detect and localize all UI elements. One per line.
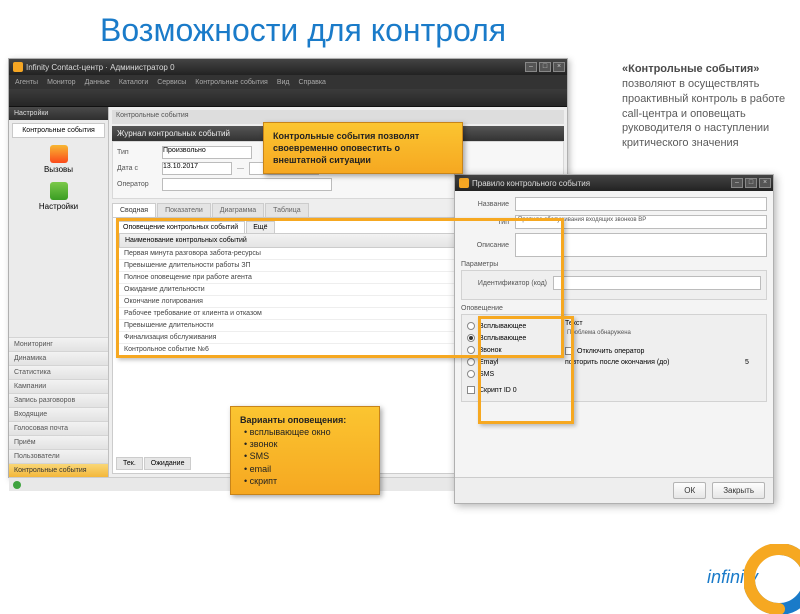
chk-disable-op[interactable] bbox=[565, 347, 573, 355]
tab-indicators[interactable]: Показатели bbox=[157, 203, 211, 217]
nav-accept[interactable]: Приём bbox=[9, 435, 108, 449]
chk-script[interactable] bbox=[467, 386, 475, 394]
nav-sidebar: Настройки Контрольные события Вызовы Нас… bbox=[9, 107, 109, 477]
logo-swirl-icon bbox=[744, 544, 800, 614]
notes-area[interactable] bbox=[461, 407, 767, 435]
repeat-input[interactable]: 5 bbox=[733, 359, 761, 366]
menubar[interactable]: АгентыМониторДанныеКаталогиСервисыКонтро… bbox=[9, 75, 567, 89]
screenshot-area: Infinity Contact-центр · Администратор 0… bbox=[8, 58, 792, 558]
nav-icon-settings[interactable]: Настройки bbox=[9, 178, 108, 215]
nav-recording[interactable]: Запись разговоров bbox=[9, 393, 108, 407]
logo: infinity bbox=[650, 555, 800, 600]
name-input[interactable] bbox=[515, 197, 767, 211]
radio-popup2[interactable] bbox=[467, 334, 475, 342]
type-dropdown[interactable]: Правило обслуживания входящих звонков ВР bbox=[515, 215, 767, 229]
ok-button[interactable]: ОК bbox=[673, 482, 706, 499]
nav-campaigns[interactable]: Кампании bbox=[9, 379, 108, 393]
prop-titlebar[interactable]: Правило контрольного события ‒ □ × bbox=[455, 175, 773, 191]
radio-popup[interactable] bbox=[467, 322, 475, 330]
inner-tab-more[interactable]: Ещё bbox=[246, 221, 274, 233]
type-select[interactable]: Произвольно bbox=[162, 146, 252, 159]
inner-tab-alerts[interactable]: Оповещение контрольных событий bbox=[116, 221, 245, 233]
radio-call[interactable] bbox=[467, 346, 475, 354]
nav-incoming[interactable]: Входящие bbox=[9, 407, 108, 421]
notify-group: Всплывающее Всплывающее Звонок Emayl SMS… bbox=[461, 314, 767, 402]
desc-textarea[interactable] bbox=[515, 233, 767, 257]
app-icon bbox=[13, 62, 23, 72]
close-button[interactable]: × bbox=[553, 62, 565, 72]
date-from-input[interactable]: 13.10.2017 bbox=[162, 162, 232, 175]
operator-select[interactable] bbox=[162, 178, 332, 191]
status-dot-icon bbox=[13, 481, 21, 489]
bottom-tab-current[interactable]: Тек. bbox=[116, 457, 143, 470]
tab-table[interactable]: Таблица bbox=[265, 203, 308, 217]
param-input[interactable] bbox=[553, 276, 761, 290]
params-group: Идентификатор (код) bbox=[461, 270, 767, 300]
prop-icon bbox=[459, 178, 469, 188]
tab-summary[interactable]: Сводная bbox=[112, 203, 156, 217]
nav-stats[interactable]: Статистика bbox=[9, 365, 108, 379]
slide-title: Возможности для контроля bbox=[0, 0, 800, 53]
nav-header: Настройки bbox=[9, 107, 108, 120]
prop-footer: ОК Закрыть bbox=[455, 477, 773, 503]
admin-titlebar[interactable]: Infinity Contact-центр · Администратор 0… bbox=[9, 59, 567, 75]
admin-title: Infinity Contact-центр · Администратор 0 bbox=[26, 63, 175, 72]
nav-monitoring[interactable]: Мониторинг bbox=[9, 337, 108, 351]
prop-minimize[interactable]: ‒ bbox=[731, 178, 743, 188]
properties-window: Правило контрольного события ‒ □ × Назва… bbox=[454, 174, 774, 504]
notify-text-input[interactable]: Проблема обнаружена bbox=[565, 329, 761, 342]
nav-active-section[interactable]: Контрольные события bbox=[12, 123, 105, 138]
tab-diagram[interactable]: Диаграмма bbox=[212, 203, 264, 217]
radio-sms[interactable] bbox=[467, 370, 475, 378]
nav-dynamics[interactable]: Динамика bbox=[9, 351, 108, 365]
maximize-button[interactable]: □ bbox=[539, 62, 551, 72]
nav-voicemail[interactable]: Голосовая почта bbox=[9, 421, 108, 435]
nav-control-events[interactable]: Контрольные события bbox=[9, 463, 108, 477]
callout-events: Контрольные события позволят своевременн… bbox=[263, 122, 463, 174]
bottom-tab-waiting[interactable]: Ожидание bbox=[144, 457, 192, 470]
callout-notify: Варианты оповещения: всплывающее окно зв… bbox=[230, 406, 380, 495]
prop-close[interactable]: × bbox=[759, 178, 771, 188]
nav-icon-calls[interactable]: Вызовы bbox=[9, 141, 108, 178]
minimize-button[interactable]: ‒ bbox=[525, 62, 537, 72]
radio-email[interactable] bbox=[467, 358, 475, 366]
prop-title: Правило контрольного события bbox=[472, 179, 590, 188]
nav-users[interactable]: Пользователи bbox=[9, 449, 108, 463]
prop-maximize[interactable]: □ bbox=[745, 178, 757, 188]
cancel-button[interactable]: Закрыть bbox=[712, 482, 765, 499]
toolbar[interactable] bbox=[9, 89, 567, 107]
